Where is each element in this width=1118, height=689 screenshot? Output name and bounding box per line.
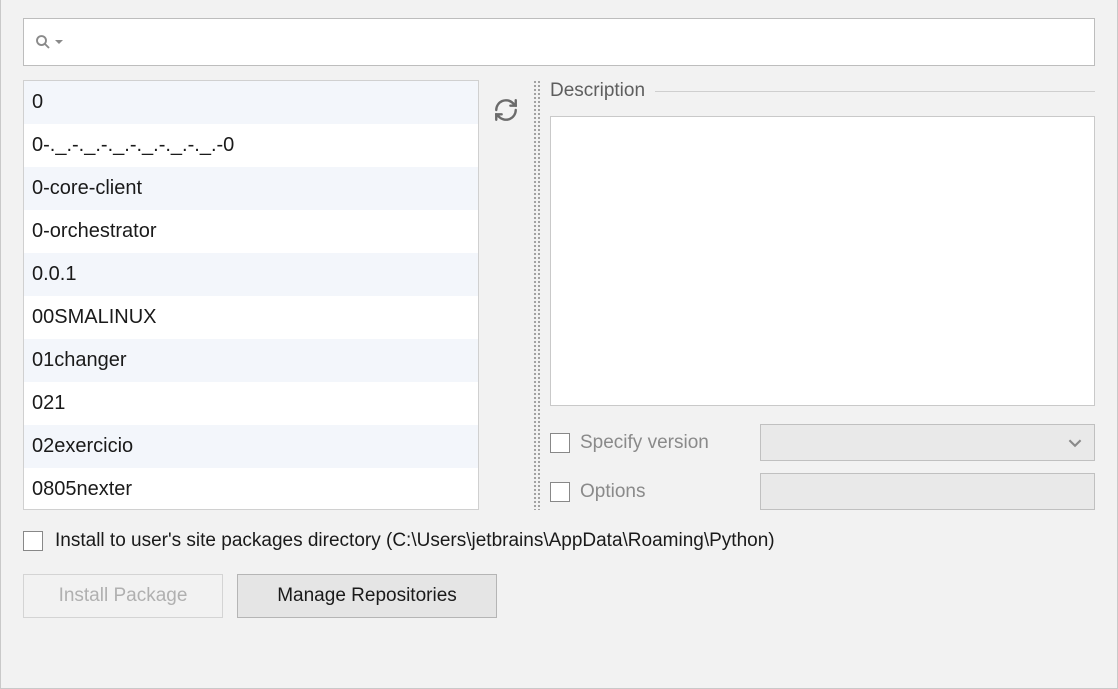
list-item[interactable]: 0 — [24, 81, 478, 124]
list-item[interactable]: 021 — [24, 382, 478, 425]
install-user-site-label: Install to user's site packages director… — [55, 530, 775, 552]
splitter[interactable] — [533, 80, 542, 510]
dropdown-icon[interactable] — [54, 37, 64, 47]
options-label: Options — [580, 481, 760, 503]
options-input[interactable] — [760, 473, 1095, 510]
description-box — [550, 116, 1095, 406]
list-item[interactable]: 0805nexter — [24, 468, 478, 509]
list-item[interactable]: 00SMALINUX — [24, 296, 478, 339]
list-item[interactable]: 0-core-client — [24, 167, 478, 210]
list-item[interactable]: 01changer — [24, 339, 478, 382]
specify-version-label: Specify version — [580, 432, 760, 454]
search-icon — [34, 33, 52, 51]
list-item[interactable]: 0-orchestrator — [24, 210, 478, 253]
list-item[interactable]: 0.0.1 — [24, 253, 478, 296]
version-select[interactable] — [760, 424, 1095, 461]
description-label: Description — [550, 80, 645, 102]
divider — [655, 91, 1095, 92]
manage-repositories-button[interactable]: Manage Repositories — [237, 574, 497, 618]
specify-version-checkbox[interactable] — [550, 433, 570, 453]
list-item[interactable]: 02exercicio — [24, 425, 478, 468]
chevron-down-icon — [1068, 436, 1082, 450]
install-package-button: Install Package — [23, 574, 223, 618]
package-list[interactable]: 0 0-._.-._.-._.-._.-._.-._.-0 0-core-cli… — [24, 81, 478, 509]
install-user-site-checkbox[interactable] — [23, 531, 43, 551]
options-checkbox[interactable] — [550, 482, 570, 502]
search-input[interactable] — [70, 19, 1084, 65]
refresh-icon — [493, 97, 519, 123]
list-item[interactable]: 0-._.-._.-._.-._.-._.-._.-0 — [24, 124, 478, 167]
refresh-button[interactable] — [486, 90, 526, 130]
search-box[interactable] — [23, 18, 1095, 66]
